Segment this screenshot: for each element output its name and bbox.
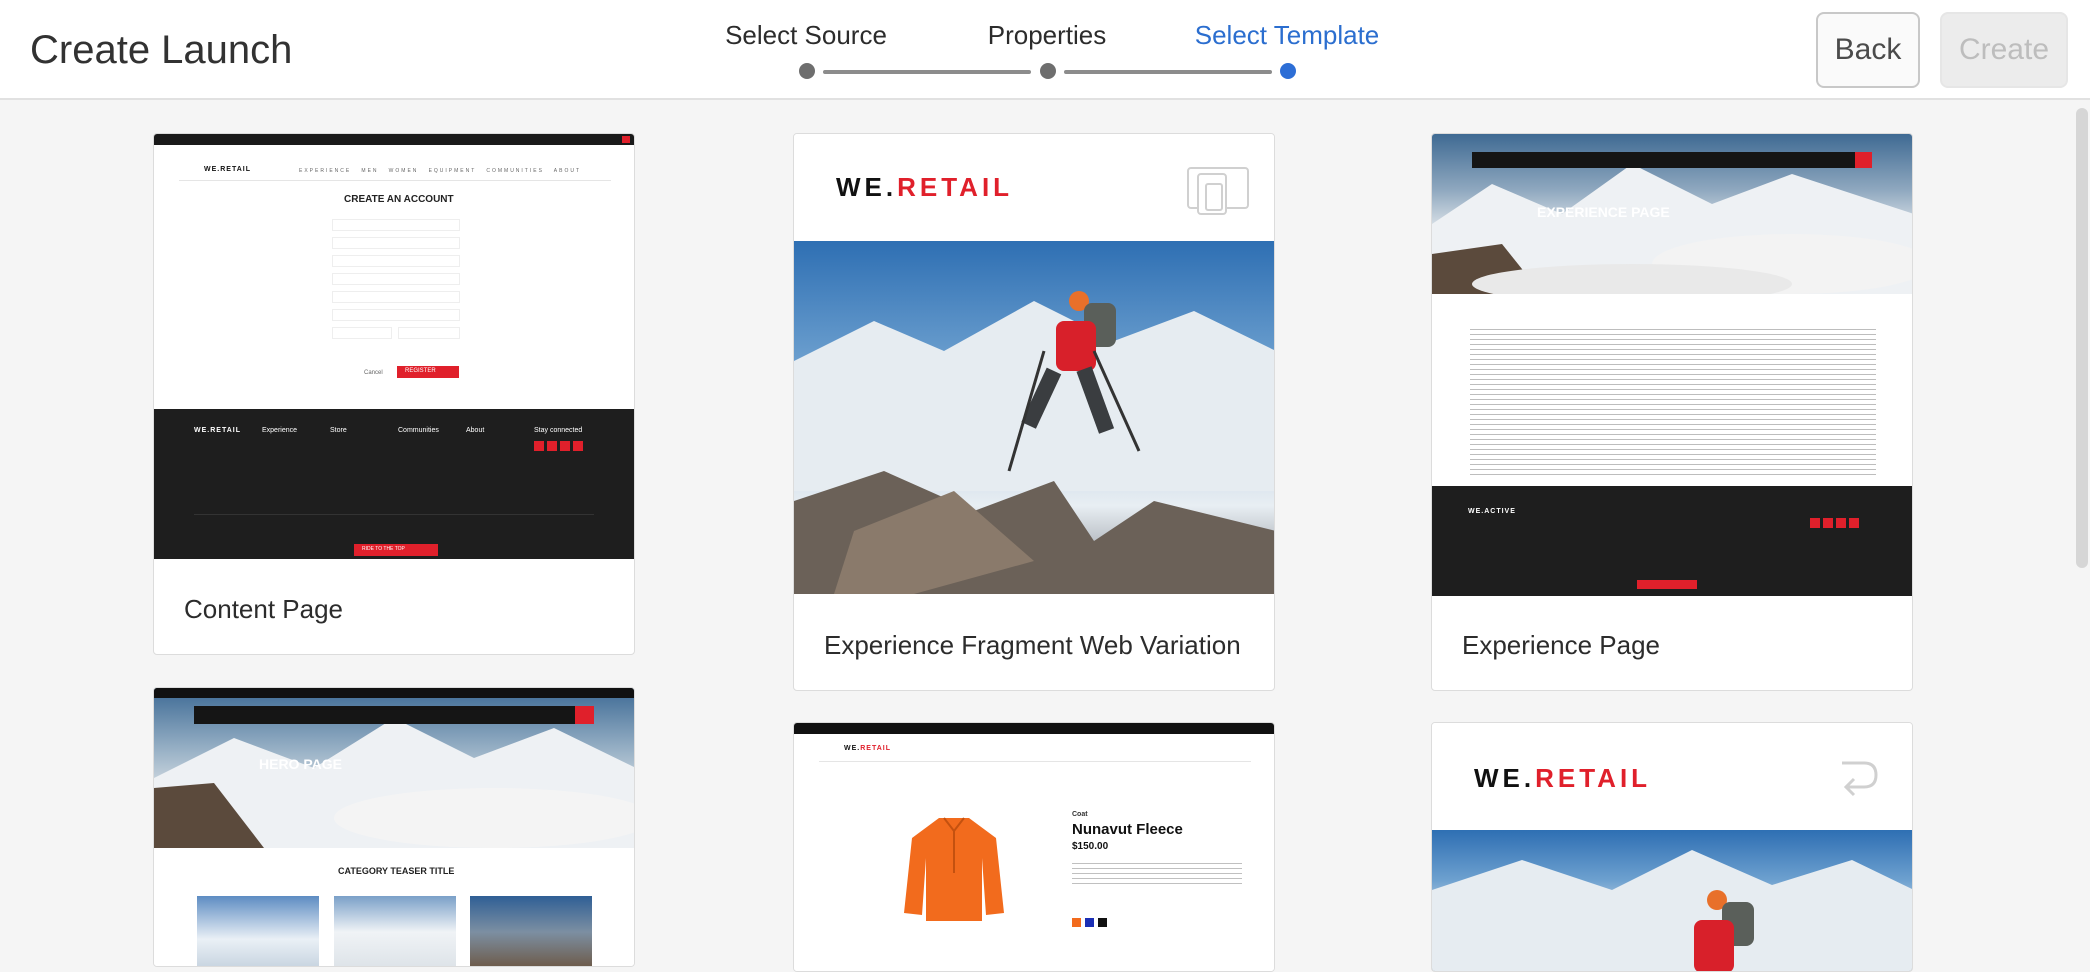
template-label: Content Page [184,594,344,624]
step-connector-1 [823,70,1031,74]
brand-we: WE. [836,172,898,202]
brand-retail: RETAIL [897,172,1014,202]
template-card-product-page[interactable]: WE.RETAIL Coat Nunavut Fleece $150.00 [793,722,1275,972]
step-connector-2 [1064,70,1272,74]
mini-hero-title: EXPERIENCE PAGE [1537,204,1670,220]
create-button[interactable]: Create [1940,12,2068,88]
mini-footer-brand: WE.ACTIVE [1468,508,1516,515]
mini-product-price: $150.00 [1072,841,1109,852]
brand-retail: RETAIL [1535,763,1652,793]
template-thumbnail: WE.RETAIL Coat Nunavut Fleece $150.00 [794,723,1274,971]
template-thumbnail: WE.RETAIL EXPERIENCE MEN WOMEN EQUIPMENT… [154,134,634,559]
hiker-photo [794,241,1274,594]
step-select-source-label: Select Source [725,20,887,50]
scrollbar-thumb[interactable] [2076,108,2088,568]
step-select-template-dot[interactable] [1280,63,1296,79]
step-select-source-dot[interactable] [799,63,815,79]
mini-ride-top: RIDE TO THE TOP [362,546,405,552]
page-title: Create Launch [30,28,293,72]
step-properties-dot[interactable] [1040,63,1056,79]
mini-footer-col: Store [330,427,347,434]
wizard-header: Create Launch Select Source Properties S… [0,0,2090,100]
template-thumbnail: WE.RETAIL [794,134,1274,594]
mini-product-name: Nunavut Fleece [1072,821,1183,838]
mini-cancel: Cancel [364,370,383,376]
template-card-content-page[interactable]: WE.RETAIL EXPERIENCE MEN WOMEN EQUIPMENT… [153,133,635,655]
mini-footer-col: Stay connected [534,427,583,434]
template-label: Experience Fragment Web Variation [824,630,1241,660]
template-label: Experience Page [1462,630,1661,660]
template-card-xf-web-variation[interactable]: WE.RETAIL Experience Fragment Web Variat… [793,133,1275,691]
mini-teaser-title: CATEGORY TEASER TITLE [338,866,455,876]
back-button[interactable]: Back [1816,12,1920,88]
mini-product-category: Coat [1072,811,1088,818]
template-thumbnail: EXPERIENCE PAGE WE.ACTIVE [1432,134,1912,596]
redirect-icon [1842,761,1878,797]
mini-hero-title: HERO PAGE [259,756,342,772]
mini-footer-brand: WE.RETAIL [194,427,241,434]
hiker-photo [1432,830,1912,971]
brand-we: WE. [1474,763,1536,793]
template-card-xf-web-variation-2[interactable]: WE.RETAIL [1431,722,1913,972]
mini-footer-col: Communities [398,427,439,434]
step-properties-label: Properties [987,20,1107,50]
mini-register: REGISTER [405,368,436,374]
template-thumbnail: WE.RETAIL [1432,723,1912,971]
mini-brand: WE.RETAIL [204,166,251,173]
template-thumbnail: HERO PAGE CATEGORY TEASER TITLE [154,688,634,966]
mini-footer-col: Experience [262,427,298,434]
mini-footer-col: About [466,427,485,434]
fleece-jacket-image [904,817,1004,921]
device-icon [1187,167,1249,215]
mini-heading: CREATE AN ACCOUNT [344,194,454,205]
step-select-template-label: Select Template [1194,20,1380,50]
template-card-hero-page[interactable]: HERO PAGE CATEGORY TEASER TITLE [153,687,635,967]
template-card-experience-page[interactable]: EXPERIENCE PAGE WE.ACTIVE Experience Pag… [1431,133,1913,691]
